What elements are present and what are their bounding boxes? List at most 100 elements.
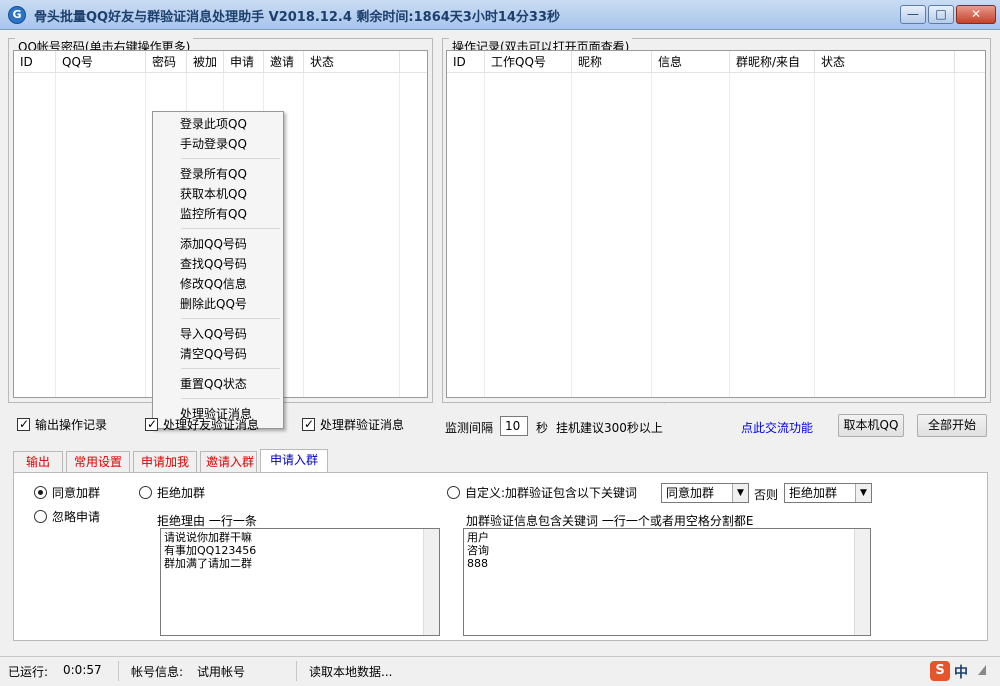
grid-line [55,73,56,397]
menu-item-add-qq[interactable]: 添加QQ号码 [154,234,282,254]
column-header-password[interactable]: 密码 [146,51,187,73]
output-log-checkbox[interactable]: ✓ 输出操作记录 [17,416,107,434]
sogou-logo-icon: S [930,661,950,681]
status-bar: 已运行: 0:0:57 帐号信息: 试用帐号 读取本地数据... S 中 [0,656,1000,686]
reject-reason-label: 拒绝理由 一行一条 [157,514,257,528]
operation-log-list[interactable]: ID 工作QQ号 昵称 信息 群昵称/来自 状态 [446,50,986,398]
menu-item-edit-qq[interactable]: 修改QQ信息 [154,274,282,294]
grid-line [571,73,572,397]
custom-action-value: 同意加群 [666,486,715,500]
title-bar: G 骨头批量QQ好友与群验证消息处理助手 V2018.12.4 剩余时间:186… [0,0,1000,30]
reason-line: 请说说你加群干嘛 [164,531,252,544]
column-header-work-qq[interactable]: 工作QQ号 [485,51,572,73]
grid-line [484,73,485,397]
column-header-nickname[interactable]: 昵称 [572,51,652,73]
reject-group-radio[interactable]: 拒绝加群 [139,484,205,502]
custom-keyword-label: 自定义:加群验证包含以下关键词 [465,486,638,500]
radio-dot [38,490,43,495]
exchange-link[interactable]: 点此交流功能 [741,419,813,436]
status-separator [118,661,119,681]
column-header-id[interactable]: ID [447,51,485,73]
status-separator [296,661,297,681]
menu-item-monitor-all[interactable]: 监控所有QQ [154,204,282,224]
close-button[interactable]: ✕ [956,5,996,24]
menu-item-find-qq[interactable]: 查找QQ号码 [154,254,282,274]
handle-group-checkbox[interactable]: ✓ 处理群验证消息 [302,416,404,434]
column-header-status[interactable]: 状态 [304,51,400,73]
running-time: 0:0:57 [63,663,102,677]
keywords-textarea[interactable]: 用户 咨询 888 [463,528,871,636]
column-header-invite[interactable]: 邀请 [264,51,304,73]
column-header-status[interactable]: 状态 [815,51,955,73]
reason-line: 有事加QQ123456 [164,544,257,557]
apply-group-panel: 同意加群 拒绝加群 忽略申请 拒绝理由 一行一条 请说说你加群干嘛 有事加QQ1… [13,472,988,641]
qq-accounts-header: ID QQ号 密码 被加 申请 邀请 状态 [14,51,427,73]
check-icon: ✓ [147,417,158,431]
grid-line [651,73,652,397]
grid-line [729,73,730,397]
menu-item-get-local[interactable]: 获取本机QQ [154,184,282,204]
radio-circle [447,486,460,499]
column-header-group-nick[interactable]: 群昵称/来自 [730,51,815,73]
checkbox-box: ✓ [145,417,158,431]
running-label: 已运行: [8,665,49,679]
else-label: 否则 [754,488,779,502]
app-icon: G [8,6,26,24]
operation-log-header: ID 工作QQ号 昵称 信息 群昵称/来自 状态 [447,51,985,73]
tab-invite-group[interactable]: 邀请入群 [200,451,257,472]
minimize-button[interactable]: — [900,5,926,24]
menu-item-clear-qq[interactable]: 清空QQ号码 [154,344,282,364]
agree-group-radio[interactable]: 同意加群 [34,484,100,502]
else-action-select[interactable]: 拒绝加群 ▼ [784,483,872,503]
grid-line [954,73,955,397]
menu-item-reset-status[interactable]: 重置QQ状态 [154,374,282,394]
chevron-down-icon: ▼ [732,484,748,502]
maximize-button[interactable]: □ [928,5,954,24]
tab-apply-group[interactable]: 申请入群 [260,449,328,472]
custom-action-select[interactable]: 同意加群 ▼ [661,483,749,503]
column-header-added[interactable]: 被加 [187,51,224,73]
column-header-apply[interactable]: 申请 [224,51,264,73]
menu-separator [181,318,280,319]
menu-item-import-qq[interactable]: 导入QQ号码 [154,324,282,344]
ime-language: 中 [954,665,968,681]
radio-circle [139,486,152,499]
column-header-qq[interactable]: QQ号 [56,51,146,73]
checkbox-box: ✓ [17,417,30,431]
menu-item-delete-qq[interactable]: 删除此QQ号 [154,294,282,314]
window-title: 骨头批量QQ好友与群验证消息处理助手 V2018.12.4 剩余时间:1864天… [34,10,561,25]
tab-common-settings[interactable]: 常用设置 [66,451,130,472]
interval-unit: 秒 [536,421,549,435]
custom-keyword-radio[interactable]: 自定义:加群验证包含以下关键词 [447,484,637,502]
menu-separator [181,398,280,399]
menu-item-manual-login[interactable]: 手动登录QQ [154,134,282,154]
reject-reason-textarea[interactable]: 请说说你加群干嘛 有事加QQ123456 群加满了请加二群 [160,528,440,636]
else-action-value: 拒绝加群 [789,486,838,500]
scrollbar[interactable] [423,529,439,635]
tab-output[interactable]: 输出 [13,451,63,472]
tab-apply-add-me[interactable]: 申请加我 [133,451,197,472]
handle-friend-label: 处理好友验证消息 [163,418,260,432]
check-icon: ✓ [19,417,30,431]
context-menu: 登录此项QQ 手动登录QQ 登录所有QQ 获取本机QQ 监控所有QQ 添加QQ号… [152,111,284,429]
get-local-qq-button[interactable]: 取本机QQ [838,414,904,437]
start-all-button[interactable]: 全部开始 [917,414,987,437]
menu-separator [181,368,280,369]
radio-circle [34,486,47,499]
interval-label: 监测间隔 [445,421,494,435]
keyword-line: 咨询 [467,544,489,557]
menu-separator [181,228,280,229]
output-log-label: 输出操作记录 [35,418,108,432]
interval-hint: 挂机建议300秒以上 [556,421,663,435]
menu-item-login-this[interactable]: 登录此项QQ [154,114,282,134]
chevron-down-icon: ▼ [855,484,871,502]
handle-friend-checkbox[interactable]: ✓ 处理好友验证消息 [145,416,259,434]
menu-item-login-all[interactable]: 登录所有QQ [154,164,282,184]
reason-line: 群加满了请加二群 [164,557,252,570]
resize-grip-icon[interactable] [978,665,986,675]
column-header-id[interactable]: ID [14,51,56,73]
scrollbar[interactable] [854,529,870,635]
column-header-info[interactable]: 信息 [652,51,730,73]
interval-input[interactable]: 10 [500,416,528,436]
ignore-apply-radio[interactable]: 忽略申请 [34,508,100,526]
